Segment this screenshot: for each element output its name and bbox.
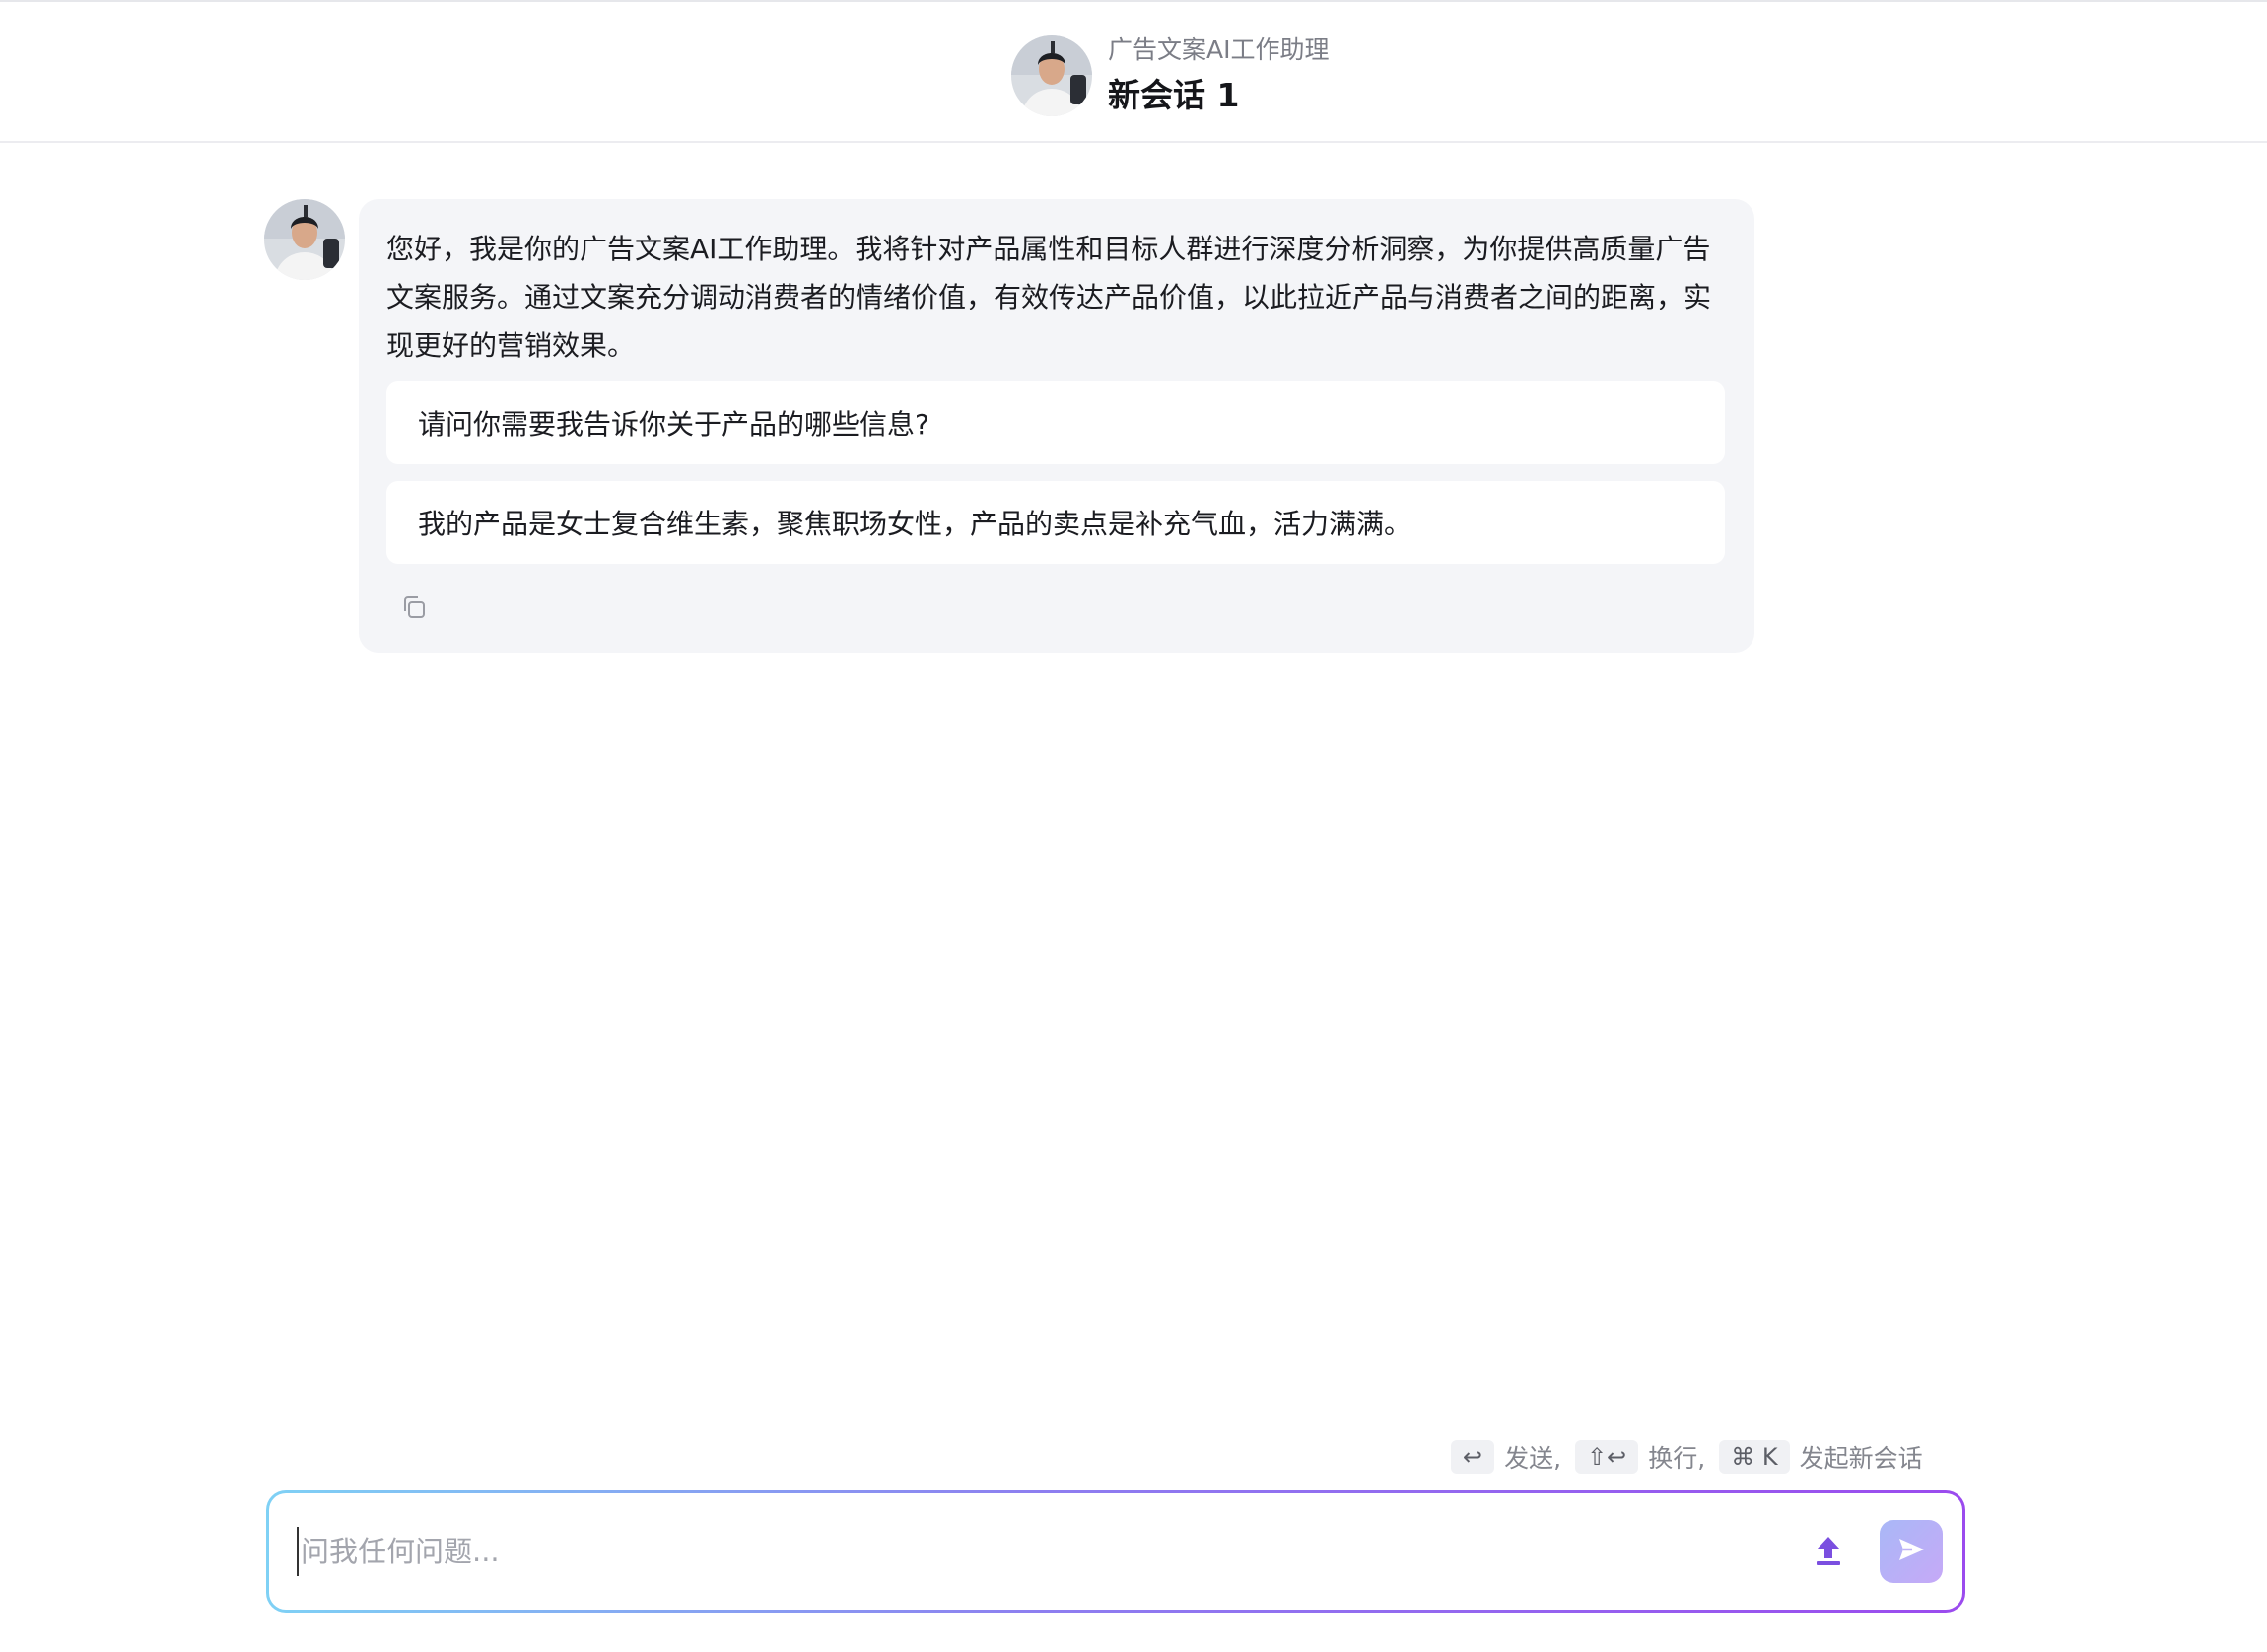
send-icon	[1896, 1535, 1926, 1568]
upload-icon	[1814, 1535, 1843, 1570]
header-text: 广告文案AI工作助理 新会话 1	[1108, 34, 1329, 118]
upload-button[interactable]	[1807, 1531, 1850, 1574]
copy-icon	[401, 594, 427, 624]
message-avatar	[264, 199, 345, 280]
new-chat-hint-label: 发起新会话	[1799, 1444, 1923, 1473]
copy-button[interactable]	[394, 589, 434, 629]
composer	[266, 1490, 1965, 1613]
keyboard-hints: ↩ 发送, ⇧↩ 换行, ⌘ K 发起新会话	[1451, 1439, 1923, 1475]
message-text: 您好，我是你的广告文案AI工作助理。我将针对产品属性和目标人群进行深度分析洞察，…	[386, 233, 1712, 362]
send-hint-label: 发送,	[1504, 1444, 1562, 1473]
newline-key: ⇧↩	[1575, 1440, 1639, 1474]
header-identity: 广告文案AI工作助理 新会话 1	[1011, 34, 1329, 118]
chat-header: 广告文案AI工作助理 新会话 1	[0, 2, 2267, 143]
send-button[interactable]	[1880, 1520, 1943, 1583]
message-input[interactable]	[297, 1527, 1736, 1576]
suggestion-chip[interactable]: 我的产品是女士复合维生素，聚焦职场女性，产品的卖点是补充气血，活力满满。	[386, 481, 1725, 564]
send-key: ↩	[1451, 1440, 1495, 1474]
assistant-name: 广告文案AI工作助理	[1108, 35, 1330, 64]
suggestion-chip[interactable]: 请问你需要我告诉你关于产品的哪些信息?	[386, 381, 1725, 464]
conversation-title: 新会话 1	[1108, 76, 1240, 114]
newline-hint-label: 换行,	[1648, 1444, 1706, 1473]
new-chat-key: ⌘ K	[1719, 1440, 1790, 1474]
assistant-message: 您好，我是你的广告文案AI工作助理。我将针对产品属性和目标人群进行深度分析洞察，…	[359, 199, 1754, 653]
assistant-avatar	[1011, 35, 1092, 116]
composer-inner	[269, 1493, 1962, 1610]
